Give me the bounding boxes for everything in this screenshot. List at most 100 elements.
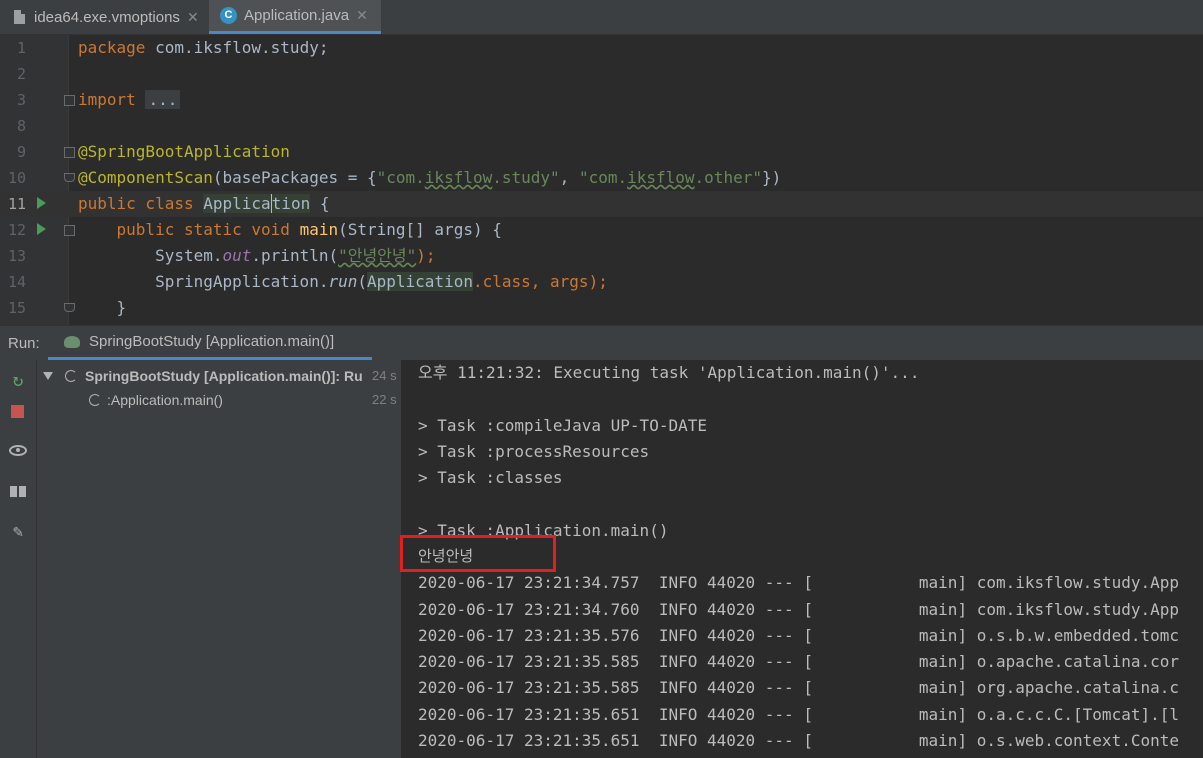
tab-label: idea64.exe.vmoptions [34,8,180,26]
console-line: 2020-06-17 23:21:35.585 INFO 44020 --- [… [418,652,1179,671]
line-number: 13 [7,247,26,265]
rerun-icon[interactable]: ↻ [9,372,27,390]
line-number: 2 [16,65,26,83]
run-toolbar: ↻ ✎ [0,360,37,758]
code-line: 13 System.out.println("안녕안녕"); [0,243,1203,269]
tab-vmoptions[interactable]: idea64.exe.vmoptions ✕ [0,0,207,34]
code-text: ); [416,246,436,265]
console-line: 2020-06-17 23:21:35.651 INFO 44020 --- [… [418,705,1179,724]
line-number: 3 [16,91,26,109]
code-line: 15 } [0,295,1203,321]
line-number: 14 [7,273,26,291]
tab-application-java[interactable]: C Application.java ✕ [209,0,381,34]
code-text: }) [761,168,782,187]
keyword: public class [78,194,204,213]
tree-item-label: :Application.main() [107,392,223,408]
code-line: 2 [0,61,1203,87]
console-line: > Task :compileJava UP-TO-DATE [418,416,707,435]
annotation: @ComponentScan [78,168,213,187]
close-icon[interactable]: ✕ [187,9,199,26]
run-label: Run: [8,335,40,352]
editor-tab-bar: idea64.exe.vmoptions ✕ C Application.jav… [0,0,1203,35]
console-line: > Task :processResources [418,442,650,461]
string-literal: iksflow [424,168,493,187]
annotation: @SpringBootApplication [78,142,290,161]
code-editor[interactable]: 1 package com.iksflow.study; 2 3 import … [0,35,1203,325]
expand-arrow-icon[interactable] [43,372,53,380]
keyword: public static void [116,220,300,239]
console-line: 2020-06-17 23:21:35.651 INFO 44020 --- [… [418,731,1179,750]
fold-end-icon[interactable] [64,173,75,182]
string-literal: "안녕안녕" [338,246,417,265]
line-number: 11 [7,195,26,213]
console-line: 2020-06-17 23:21:35.576 INFO 44020 --- [… [418,626,1179,645]
gradle-icon [64,335,80,348]
static-method: run [328,272,358,291]
tree-item-label: SpringBootStudy [Application.main()]: Ru [85,368,363,384]
stop-icon[interactable] [11,405,24,418]
fold-toggle-icon[interactable] [64,225,75,236]
tree-item-root[interactable]: SpringBootStudy [Application.main()]: Ru… [37,364,401,388]
show-output-icon[interactable] [9,445,27,456]
code-line: 1 package com.iksflow.study; [0,35,1203,61]
keyword: package [78,38,146,57]
layout-icon[interactable] [10,486,26,497]
console-line: 2020-06-17 23:21:34.760 INFO 44020 --- [… [418,600,1179,619]
code-text: , args); [530,272,608,291]
console-line: 오후 11:21:32: Executing task 'Application… [418,363,920,382]
tree-item-time: 22 s [372,392,397,407]
run-gutter-icon[interactable] [37,223,46,235]
close-icon[interactable]: ✕ [356,7,368,24]
code-text: { [310,194,330,213]
string-literal: "com. [578,168,628,187]
keyword: import [78,90,136,109]
console-line: > Task :classes [418,468,563,487]
code-line: 8 [0,113,1203,139]
highlight-annotation-box [400,535,556,572]
run-tool-window-header: Run: SpringBootStudy [Application.main()… [0,325,1203,360]
line-number: 10 [7,169,26,187]
folded-imports[interactable]: ... [145,90,181,109]
code-text: SpringApplication. [155,272,329,291]
string-literal: .other" [694,168,762,187]
tree-item-child[interactable]: :Application.main() 22 s [37,388,401,412]
code-text: (String[] args) { [338,220,502,239]
string-literal: "com. [376,168,425,187]
line-number: 12 [7,221,26,239]
code-line: 14 SpringApplication.run(Application.cla… [0,269,1203,295]
line-number: 8 [16,117,26,135]
code-text: , [559,168,579,187]
tree-item-time: 24 s [372,368,397,383]
pin-icon[interactable]: ✎ [9,523,27,541]
code-line: 9 @SpringBootApplication [0,139,1203,165]
running-spinner-icon [89,394,101,406]
fold-toggle-icon[interactable] [64,95,75,106]
code-line: 12 public static void main(String[] args… [0,217,1203,243]
fold-toggle-icon[interactable] [64,147,75,158]
java-class-icon: C [220,7,237,24]
line-number: 9 [16,143,26,161]
code-line-current: 11 public class Application { [0,191,1203,217]
keyword: .class [472,272,531,291]
tab-label: Application.java [244,7,350,24]
package-name: com.iksflow.study; [145,38,329,57]
run-tree: SpringBootStudy [Application.main()]: Ru… [37,360,402,758]
run-config-tab[interactable]: SpringBootStudy [Application.main()] [48,326,372,360]
run-tab-label: SpringBootStudy [Application.main()] [89,333,335,350]
code-text: } [116,298,127,317]
code-text: .println( [251,246,339,265]
console-line: 2020-06-17 23:21:35.585 INFO 44020 --- [… [418,678,1179,697]
fold-end-icon[interactable] [64,303,75,312]
code-text: System. [155,246,223,265]
code-line: 10 @ComponentScan(basePackages = {"com.i… [0,165,1203,191]
class-name: Application [203,194,311,213]
code-text: (basePackages = { [212,168,377,187]
file-icon [14,10,25,24]
console-line: 2020-06-17 23:21:34.757 INFO 44020 --- [… [418,573,1179,592]
string-literal: iksflow [627,168,695,187]
line-number: 1 [16,39,26,57]
run-gutter-icon[interactable] [37,197,46,209]
static-field: out [222,246,252,265]
line-number: 15 [7,299,26,317]
string-literal: .study" [492,168,560,187]
